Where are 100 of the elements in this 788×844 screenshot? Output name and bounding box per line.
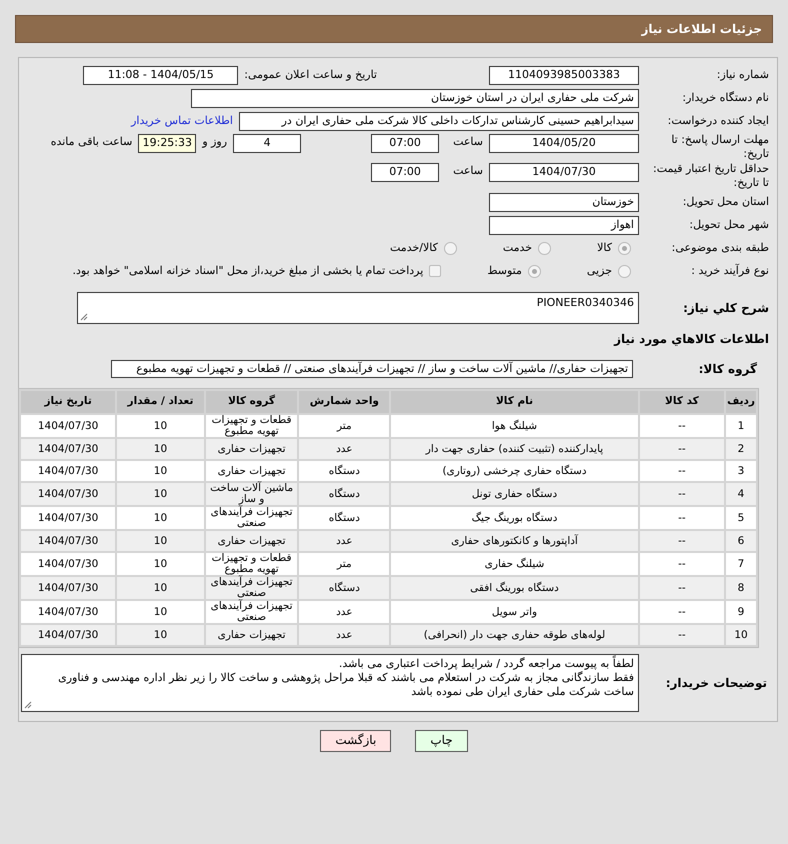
table-cell: متر: [299, 553, 390, 576]
table-cell: پایدارکننده (تثبیت کننده) حفاری جهت دار: [391, 439, 638, 460]
table-cell: عدد: [299, 439, 390, 460]
table-cell: 9: [726, 601, 756, 624]
table-cell: 10: [117, 461, 204, 482]
notes-field[interactable]: لطفاً به پیوست مراجعه گردد / شرایط پرداخت اعتباری می باشد. فقط سازندگانی مجاز به شرکت در استعلام می باشند که قبلا مراحل پژوهشی و ساخت کالا را زیر نظر اداره مهندسی و فناوری ساخت شرکت ملی حفاری ایران طی نموده باشد: [21, 654, 639, 712]
field-label: توضیحات خریدار:: [664, 676, 768, 691]
table-cell: 1404/07/30: [21, 461, 116, 482]
table-cell: دستگاه حفاری تونل: [391, 483, 638, 506]
table-cell: 1404/07/30: [21, 625, 116, 646]
date-field: 1404/05/20: [489, 134, 639, 153]
option-label: کالا/خدمت: [390, 240, 438, 256]
option-label: متوسط: [487, 262, 522, 279]
remaining-time-field: 19:25:33: [138, 134, 196, 153]
table-cell: عدد: [299, 601, 390, 624]
column-header: تاریخ نیاز: [21, 391, 116, 413]
province-field: خوزستان: [489, 192, 639, 212]
column-header: نام کالا: [391, 391, 638, 413]
table-cell: 1404/07/30: [21, 483, 116, 506]
days-field: 4: [233, 134, 302, 153]
date-field: 1404/07/30: [489, 163, 639, 182]
table-cell: 7: [726, 553, 756, 576]
section-title: اطلاعات كالاهاي مورد نياز: [614, 331, 770, 348]
table-cell: تجهیزات حفاری: [206, 625, 298, 646]
table-cell: 1404/07/30: [21, 577, 116, 600]
checkbox[interactable]: [429, 265, 442, 277]
field-label: نام دستگاه خریدار:: [681, 91, 770, 105]
table-cell: 3: [726, 461, 756, 482]
description-field[interactable]: PIONEER0340346: [77, 292, 639, 324]
table-cell: دستگاه حفاری چرخشی (روتاری): [391, 461, 638, 482]
table-cell: --: [640, 507, 724, 530]
field-label: استان محل تحویل:: [682, 195, 770, 209]
table-cell: --: [640, 531, 724, 552]
field-label: ایجاد کننده درخواست:: [666, 114, 770, 128]
goods-group-field: تجهیزات حفاری// ماشین آلات ساخت و ساز // تجهیزات فرآیندهای صنعتی // قطعات و تجهیزات تهویه مطبوع: [111, 360, 633, 378]
table-cell: 1404/07/30: [21, 601, 116, 624]
table-cell: --: [640, 577, 724, 600]
table-cell: 6: [726, 531, 756, 552]
field-label: شهر محل تحویل:: [688, 218, 770, 232]
table-cell: دستگاه بورینگ افقی: [391, 577, 638, 600]
radio-button[interactable]: [618, 264, 631, 278]
table-cell: دستگاه بورینگ جیگ: [391, 507, 638, 530]
table-cell: قطعات و تجهیزات تهویه مطبوع: [206, 553, 298, 576]
column-header: واحد شمارش: [299, 391, 390, 413]
table-cell: تجهیزات فرآیندهای صنعتی: [206, 601, 298, 624]
page-title: جزئیات اطلاعات نیاز: [641, 21, 762, 38]
table-cell: 1404/07/30: [21, 531, 116, 552]
table-cell: 1404/07/30: [21, 553, 116, 576]
table-cell: دستگاه: [299, 507, 390, 530]
table-cell: 1404/07/30: [21, 507, 116, 530]
table-cell: 8: [726, 577, 756, 600]
field-label: شماره نیاز:: [716, 68, 770, 82]
field-label: ساعت: [453, 134, 483, 150]
radio-button[interactable]: [538, 242, 552, 254]
field-label: گروه کالا:: [698, 362, 758, 376]
table-cell: 4: [726, 483, 756, 506]
radio-button[interactable]: [618, 242, 631, 254]
requester-field: سیدابراهیم حسینی کارشناس تدارکات داخلی کالا شرکت ملی حفاری ایران در: [239, 112, 639, 130]
table-cell: عدد: [299, 531, 390, 552]
table-cell: شیلنگ حفاری: [391, 553, 638, 576]
table-cell: 10: [117, 415, 204, 438]
table-cell: آداپتورها و کانکتورهای حفاری: [391, 531, 638, 552]
option-label: خدمت: [502, 240, 532, 256]
table-cell: 10: [117, 577, 204, 600]
resize-grip-icon: [80, 313, 88, 321]
contact-link[interactable]: اطلاعات تماس خریدار: [131, 112, 233, 130]
table-cell: --: [640, 483, 724, 506]
table-cell: تجهیزات حفاری: [206, 461, 298, 482]
column-header: ردیف: [726, 391, 756, 413]
table-cell: 10: [117, 601, 204, 624]
table-cell: دستگاه: [299, 577, 390, 600]
option-label: جزیی: [586, 262, 612, 279]
resize-grip-icon: [24, 701, 32, 710]
column-header: گروه کالا: [206, 391, 298, 413]
field-label: شرح كلي نياز:: [682, 300, 770, 316]
table-cell: متر: [299, 415, 390, 438]
table-cell: 1: [726, 415, 756, 438]
field-label: ساعت: [453, 163, 483, 179]
table-cell: لوله‌های طوقه حفاری جهت دار (انحرافی): [391, 625, 638, 646]
table-cell: --: [640, 625, 724, 646]
back-button[interactable]: بازگشت: [320, 730, 392, 752]
table-cell: 10: [117, 625, 204, 646]
table-cell: تجهیزات حفاری: [206, 531, 298, 552]
column-header: کد کالا: [640, 391, 724, 413]
table-cell: --: [640, 415, 724, 438]
time-field: 07:00: [371, 163, 440, 182]
need-number-field: 1104093985003383: [489, 66, 639, 84]
radio-button[interactable]: [528, 264, 541, 278]
table-cell: 10: [117, 531, 204, 552]
table-cell: عدد: [299, 625, 390, 646]
table-cell: 10: [117, 507, 204, 530]
table-cell: --: [640, 553, 724, 576]
option-label: کالا: [597, 240, 612, 256]
radio-button[interactable]: [444, 242, 457, 254]
city-field: اهواز: [489, 216, 639, 234]
table-cell: --: [640, 461, 724, 482]
table-cell: تجهیزات فرآیندهای صنعتی: [206, 577, 298, 600]
field-label: مهلت ارسال پاسخ: تا تاریخ:: [670, 133, 770, 160]
print-button[interactable]: چاپ: [415, 730, 468, 752]
field-label: تاریخ و ساعت اعلان عمومی:: [244, 66, 377, 83]
